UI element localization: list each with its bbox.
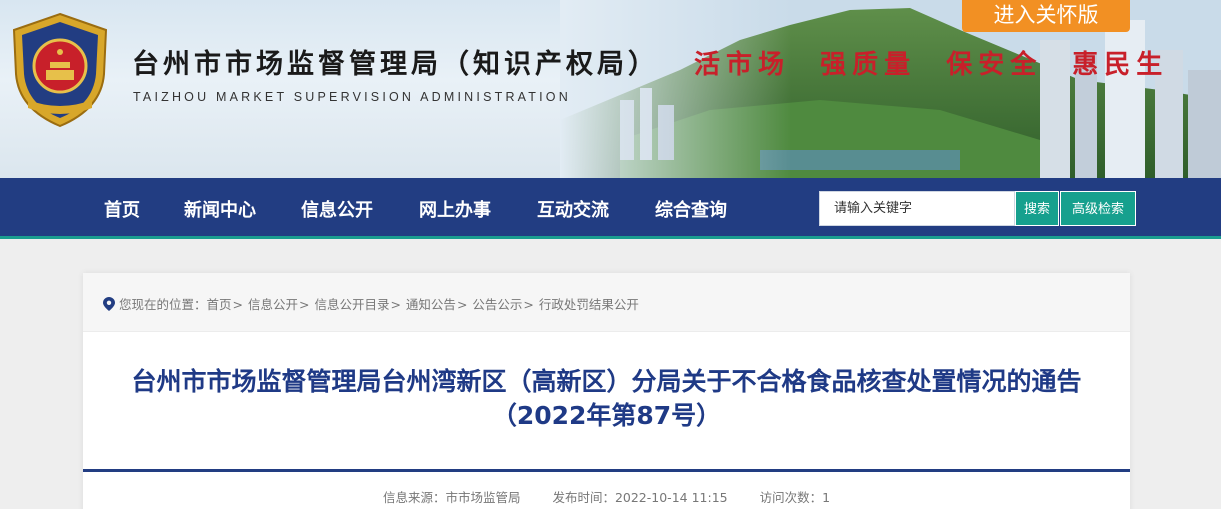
breadcrumb-prefix: 您现在的位置： (119, 297, 207, 312)
site-name-english: TAIZHOU MARKET SUPERVISION ADMINISTRATIO… (133, 90, 571, 104)
breadcrumb-separator: > (523, 297, 538, 312)
market-supervision-emblem (12, 12, 108, 128)
site-name: 台州市市场监督管理局（知识产权局） (132, 49, 659, 80)
main-nav: 首页 新闻中心 信息公开 网上办事 互动交流 综合查询 请输入关键字 搜索 高级… (0, 178, 1221, 239)
nav-item-info-disclosure[interactable]: 信息公开 (301, 196, 373, 222)
article-source: 信息来源：市市场监管局 (382, 490, 521, 505)
article-meta: 信息来源：市市场监管局 发布时间：2022-10-14 11:15 访问次数：1 (83, 487, 1130, 506)
care-version-button[interactable]: 进入关怀版 (962, 0, 1130, 32)
nav-item-interaction[interactable]: 互动交流 (537, 196, 609, 222)
nav-item-news[interactable]: 新闻中心 (184, 196, 256, 222)
breadcrumb-info-catalog[interactable]: 信息公开目录 (314, 297, 389, 312)
article-panel: 您现在的位置：首页> 信息公开> 信息公开目录> 通知公告> 公告公示> 行政处… (83, 273, 1130, 509)
breadcrumb-notices[interactable]: 通知公告 (406, 297, 456, 312)
title-divider (83, 469, 1130, 472)
breadcrumb-separator: > (390, 297, 405, 312)
breadcrumb-separator: > (232, 297, 247, 312)
breadcrumb-separator: > (299, 297, 314, 312)
slogan: 活市场 强质量 保安全 惠民生 (694, 44, 1168, 81)
advanced-search-button[interactable]: 高级检索 (1060, 191, 1136, 226)
nav-item-home[interactable]: 首页 (104, 196, 140, 222)
search-button[interactable]: 搜索 (1015, 191, 1059, 226)
breadcrumb-penalty-results[interactable]: 行政处罚结果公开 (539, 297, 639, 312)
site-header: 台州市市场监督管理局（知识产权局） TAIZHOU MARKET SUPERVI… (0, 0, 1221, 178)
breadcrumb: 您现在的位置：首页> 信息公开> 信息公开目录> 通知公告> 公告公示> 行政处… (83, 273, 1130, 332)
article-visit-count: 访问次数：1 (759, 490, 831, 505)
breadcrumb-announcements[interactable]: 公告公示 (472, 297, 522, 312)
slogan-text: 活市场 强质量 保安全 惠民生 (694, 50, 1169, 80)
nav-item-online-services[interactable]: 网上办事 (419, 196, 491, 222)
breadcrumb-home[interactable]: 首页 (207, 297, 232, 312)
article-title: 台州市市场监督管理局台州湾新区（高新区）分局关于不合格食品核查处置情况的通告（2… (131, 367, 1082, 430)
search-input[interactable]: 请输入关键字 (819, 191, 1015, 226)
location-pin-icon (103, 297, 115, 311)
breadcrumb-separator: > (456, 297, 472, 312)
breadcrumb-info-disclosure[interactable]: 信息公开 (248, 297, 298, 312)
nav-item-query[interactable]: 综合查询 (655, 196, 727, 222)
article-publish-time: 发布时间：2022-10-14 11:15 (552, 490, 728, 505)
